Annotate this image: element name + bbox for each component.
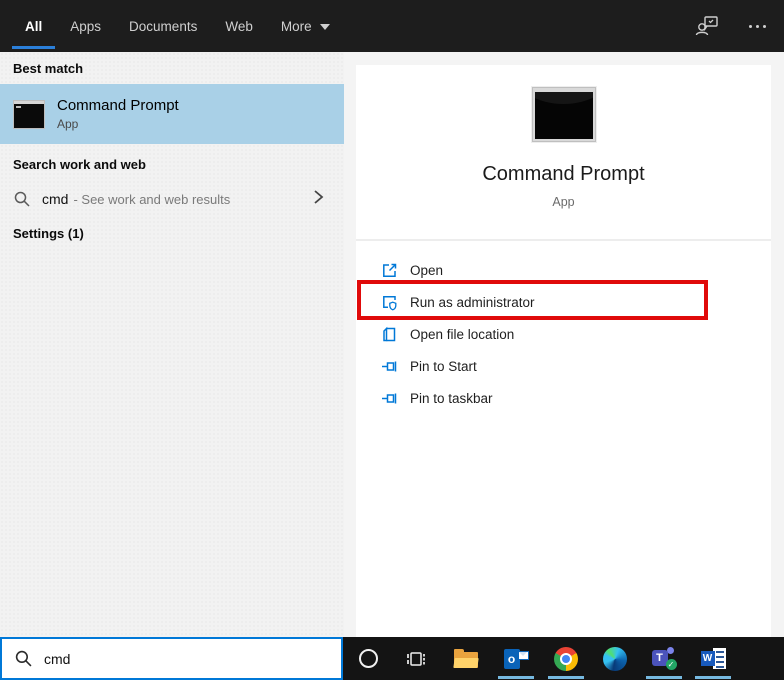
chevron-right-icon[interactable] [312,187,324,207]
word-icon: W [701,648,726,669]
feedback-icon[interactable] [695,15,719,37]
taskbar-task-view-button[interactable] [396,637,436,680]
pin-icon [381,390,398,407]
action-open[interactable]: Open [356,254,771,286]
windows-search-flyout: All Apps Documents Web More Best match C… [0,0,784,680]
taskbar: o T✓ W [343,637,784,680]
action-pin-to-taskbar[interactable]: Pin to taskbar [356,382,771,414]
more-options-icon[interactable] [745,19,770,34]
taskbar-chrome-button[interactable] [546,637,586,680]
tab-web[interactable]: Web [225,0,253,52]
action-label: Run as administrator [410,295,535,310]
web-search-header: Search work and web [13,157,146,172]
command-prompt-icon [13,100,45,129]
search-input[interactable] [44,651,294,667]
taskbar-search-box[interactable] [0,637,343,680]
result-subtitle: App [57,117,179,131]
taskbar-word-button[interactable]: W [693,637,733,680]
best-match-result-command-prompt[interactable]: Command Prompt App [0,84,344,144]
task-view-icon [405,648,427,670]
detail-panel: Command Prompt App Open Run as administr… [356,65,771,637]
taskbar-teams-button[interactable]: T✓ [644,637,684,680]
open-file-location-icon [381,326,398,343]
open-icon [381,262,398,279]
web-search-query: cmd [42,191,68,207]
pin-icon [381,358,398,375]
action-run-as-administrator[interactable]: Run as administrator [356,286,771,318]
search-icon [15,650,32,667]
taskbar-cortana-button[interactable] [348,637,388,680]
web-search-result[interactable]: cmd - See work and web results [0,183,344,215]
action-label: Open [410,263,443,278]
search-filter-bar: All Apps Documents Web More [0,0,784,52]
tab-documents[interactable]: Documents [129,0,197,52]
result-title: Command Prompt [57,97,179,114]
settings-header: Settings (1) [13,226,84,241]
action-label: Open file location [410,327,514,342]
web-search-suffix: - See work and web results [73,192,230,207]
outlook-icon: o [504,648,529,670]
taskbar-file-explorer-button[interactable] [446,637,486,680]
best-match-header: Best match [13,61,83,76]
action-open-file-location[interactable]: Open file location [356,318,771,350]
detail-subtitle: App [356,195,771,209]
run-as-admin-shield-icon [381,294,398,311]
tab-all[interactable]: All [25,0,42,52]
cortana-icon [359,649,378,668]
chevron-down-icon [320,24,330,30]
tab-apps[interactable]: Apps [70,0,101,52]
edge-icon [603,647,627,671]
context-actions: Open Run as administrator Open file loca… [356,254,771,414]
teams-icon: T✓ [652,647,677,670]
tab-more[interactable]: More [281,0,330,52]
command-prompt-icon [532,87,596,142]
action-label: Pin to taskbar [410,391,493,406]
chrome-icon [554,647,578,671]
action-pin-to-start[interactable]: Pin to Start [356,350,771,382]
detail-title: Command Prompt [356,163,771,186]
search-icon [14,191,30,207]
filter-tabs: All Apps Documents Web More [0,0,330,52]
results-panel: Best match Command Prompt App Search wor… [0,52,344,637]
divider [356,239,771,241]
file-explorer-icon [454,649,478,668]
action-label: Pin to Start [410,359,477,374]
taskbar-edge-button[interactable] [595,637,635,680]
taskbar-outlook-button[interactable]: o [496,637,536,680]
